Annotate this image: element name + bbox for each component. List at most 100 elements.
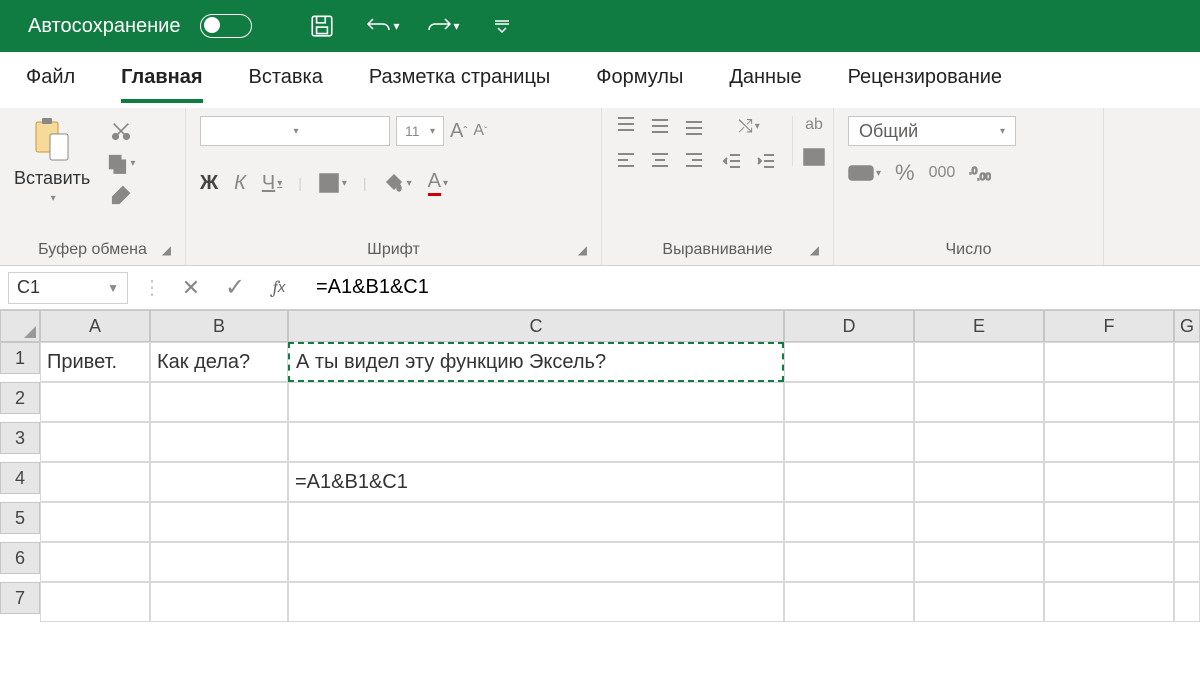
cell-E3[interactable] — [914, 422, 1044, 462]
cell-A3[interactable] — [40, 422, 150, 462]
paste-icon[interactable] — [32, 116, 72, 164]
col-header-G[interactable]: G — [1174, 310, 1200, 342]
select-all-corner[interactable] — [0, 310, 40, 342]
cell-C1[interactable]: А ты видел эту функцию Эксель? — [288, 342, 784, 382]
cell-D6[interactable] — [784, 542, 914, 582]
row-header-3[interactable]: 3 — [0, 422, 40, 454]
increase-decimal-icon[interactable]: .0.00 — [969, 164, 991, 182]
cell-C2[interactable] — [288, 382, 784, 422]
row-header-5[interactable]: 5 — [0, 502, 40, 534]
tab-file[interactable]: Файл — [26, 66, 75, 99]
font-name-select[interactable]: ▾ — [200, 116, 390, 146]
insert-function-icon[interactable]: fx — [264, 273, 294, 303]
cell-C5[interactable] — [288, 502, 784, 542]
cell-C7[interactable] — [288, 582, 784, 622]
row-header-4[interactable]: 4 — [0, 462, 40, 494]
cell-D3[interactable] — [784, 422, 914, 462]
underline-button[interactable]: Ч▾ — [262, 172, 282, 195]
tab-page-layout[interactable]: Разметка страницы — [369, 66, 550, 99]
tab-home[interactable]: Главная — [121, 66, 202, 103]
cell-F2[interactable] — [1044, 382, 1174, 422]
cell-C6[interactable] — [288, 542, 784, 582]
cell-D1[interactable] — [784, 342, 914, 382]
cell-B7[interactable] — [150, 582, 288, 622]
customize-qat-icon[interactable] — [482, 6, 522, 46]
tab-review[interactable]: Рецензирование — [848, 66, 1002, 99]
cell-E4[interactable] — [914, 462, 1044, 502]
font-color-icon[interactable]: А▾ — [428, 170, 448, 196]
cell-F3[interactable] — [1044, 422, 1174, 462]
autosave-toggle[interactable] — [200, 14, 252, 38]
worksheet-grid[interactable]: A B C D E F G 1 Привет. Как дела? А ты в… — [0, 310, 1200, 622]
tab-formulas[interactable]: Формулы — [596, 66, 683, 99]
cell-B4[interactable] — [150, 462, 288, 502]
cell-G2[interactable] — [1174, 382, 1200, 422]
cell-A5[interactable] — [40, 502, 150, 542]
cell-D4[interactable] — [784, 462, 914, 502]
cell-B3[interactable] — [150, 422, 288, 462]
alignment-launcher-icon[interactable]: ◢ — [810, 243, 819, 257]
col-header-A[interactable]: A — [40, 310, 150, 342]
cell-E5[interactable] — [914, 502, 1044, 542]
cell-C3[interactable] — [288, 422, 784, 462]
cell-G6[interactable] — [1174, 542, 1200, 582]
formula-input[interactable] — [308, 272, 1200, 304]
comma-style-icon[interactable]: 000 — [929, 164, 956, 182]
align-left-icon[interactable] — [616, 150, 636, 170]
align-right-icon[interactable] — [684, 150, 704, 170]
decrease-font-icon[interactable]: Aˇ — [473, 122, 487, 140]
cell-A2[interactable] — [40, 382, 150, 422]
cell-A1[interactable]: Привет. — [40, 342, 150, 382]
cell-G5[interactable] — [1174, 502, 1200, 542]
currency-icon[interactable]: ▾ — [848, 163, 881, 183]
italic-button[interactable]: К — [234, 172, 246, 195]
cell-B5[interactable] — [150, 502, 288, 542]
cell-F4[interactable] — [1044, 462, 1174, 502]
col-header-B[interactable]: B — [150, 310, 288, 342]
decrease-indent-icon[interactable] — [722, 151, 742, 171]
row-header-1[interactable]: 1 — [0, 342, 40, 374]
cell-F5[interactable] — [1044, 502, 1174, 542]
col-header-D[interactable]: D — [784, 310, 914, 342]
cell-E1[interactable] — [914, 342, 1044, 382]
cell-E2[interactable] — [914, 382, 1044, 422]
orientation-icon[interactable]: ⤭▾ — [722, 116, 776, 137]
col-header-F[interactable]: F — [1044, 310, 1174, 342]
copy-icon[interactable]: ▾ — [106, 152, 135, 174]
cell-B1[interactable]: Как дела? — [150, 342, 288, 382]
row-header-7[interactable]: 7 — [0, 582, 40, 614]
cell-G1[interactable] — [1174, 342, 1200, 382]
cell-A4[interactable] — [40, 462, 150, 502]
cell-G7[interactable] — [1174, 582, 1200, 622]
align-middle-icon[interactable] — [650, 116, 670, 136]
cell-E6[interactable] — [914, 542, 1044, 582]
number-format-select[interactable]: Общий▾ — [848, 116, 1016, 146]
tab-data[interactable]: Данные — [729, 66, 801, 99]
cut-icon[interactable] — [106, 120, 135, 142]
cell-G4[interactable] — [1174, 462, 1200, 502]
row-header-2[interactable]: 2 — [0, 382, 40, 414]
row-header-6[interactable]: 6 — [0, 542, 40, 574]
cell-F6[interactable] — [1044, 542, 1174, 582]
wrap-text-icon[interactable]: ab — [803, 116, 825, 134]
cancel-formula-icon[interactable]: ✕ — [176, 273, 206, 303]
cell-D2[interactable] — [784, 382, 914, 422]
cell-E7[interactable] — [914, 582, 1044, 622]
cell-C4[interactable]: =A1&B1&C1 — [288, 462, 784, 502]
name-box[interactable]: C1▼ — [8, 272, 128, 304]
increase-indent-icon[interactable] — [756, 151, 776, 171]
save-icon[interactable] — [302, 6, 342, 46]
cell-D5[interactable] — [784, 502, 914, 542]
cell-A6[interactable] — [40, 542, 150, 582]
redo-icon[interactable]: ▾ — [422, 6, 462, 46]
align-bottom-icon[interactable] — [684, 116, 704, 136]
cell-D7[interactable] — [784, 582, 914, 622]
clipboard-launcher-icon[interactable]: ◢ — [162, 243, 171, 257]
borders-icon[interactable]: ▾ — [318, 172, 347, 194]
font-launcher-icon[interactable]: ◢ — [578, 243, 587, 257]
font-size-select[interactable]: 11▾ — [396, 116, 444, 146]
bold-button[interactable]: Ж — [200, 172, 218, 195]
undo-icon[interactable]: ▾ — [362, 6, 402, 46]
fill-color-icon[interactable]: ▾ — [383, 172, 412, 194]
col-header-C[interactable]: C — [288, 310, 784, 342]
